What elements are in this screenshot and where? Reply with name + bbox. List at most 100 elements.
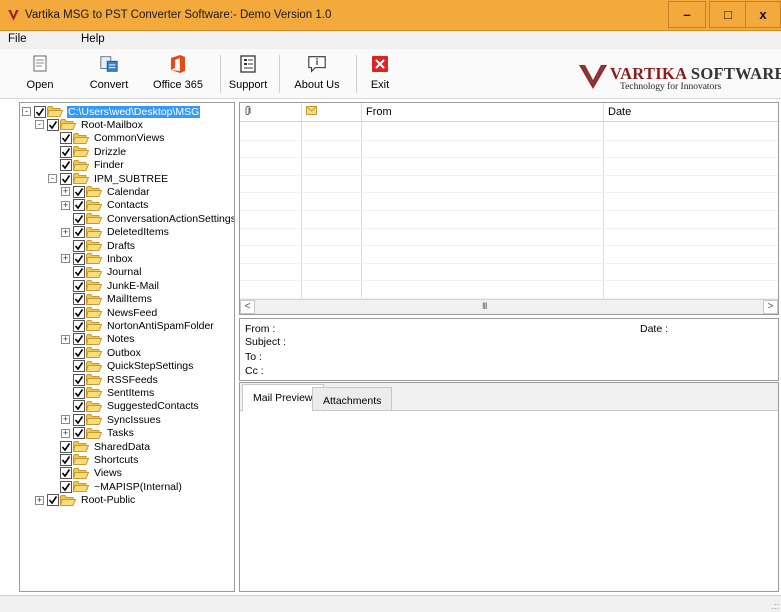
tree-node[interactable]: Finder: [60, 159, 125, 172]
tree-checkbox[interactable]: [73, 400, 85, 413]
tree-node-label[interactable]: Outbox: [106, 347, 142, 359]
tree-node[interactable]: + Notes: [61, 333, 135, 346]
tree-checkbox[interactable]: [73, 293, 85, 306]
tree-checkbox[interactable]: [73, 226, 85, 239]
maximize-button[interactable]: □: [709, 1, 747, 28]
expand-icon[interactable]: +: [61, 415, 70, 425]
tree-node[interactable]: + DeletedItems: [61, 226, 170, 239]
collapse-icon[interactable]: -: [35, 120, 44, 130]
tree-node[interactable]: SuggestedContacts: [73, 400, 200, 413]
tree-node-label[interactable]: Views: [93, 467, 123, 479]
collapse-icon[interactable]: -: [22, 107, 31, 116]
tree-node-label[interactable]: Contacts: [106, 199, 149, 211]
office365-button[interactable]: Office 365: [150, 49, 206, 97]
tree-node-label[interactable]: SharedData: [93, 441, 151, 453]
tree-checkbox[interactable]: [60, 132, 72, 145]
tree-node-label[interactable]: Inbox: [106, 253, 134, 265]
tree-checkbox[interactable]: [60, 159, 72, 172]
tree-node-label[interactable]: MailItems: [106, 293, 153, 305]
tree-node-label[interactable]: DeletedItems: [106, 226, 170, 238]
tree-checkbox[interactable]: [60, 480, 72, 493]
horizontal-scrollbar[interactable]: < III >: [240, 299, 778, 314]
tree-checkbox[interactable]: [60, 440, 72, 453]
tree-checkbox[interactable]: [73, 212, 85, 225]
tree-checkbox[interactable]: [73, 413, 85, 426]
tree-node[interactable]: ~MAPISP(Internal): [60, 480, 183, 493]
tree-node[interactable]: MailItems: [73, 293, 153, 306]
tree-node[interactable]: CommonViews: [60, 132, 165, 145]
tree-node-label[interactable]: JunkE-Mail: [106, 280, 160, 292]
tree-node[interactable]: + Tasks: [61, 427, 135, 440]
tree-node[interactable]: + Root-Public: [35, 494, 136, 507]
tree-node[interactable]: + Contacts: [61, 199, 149, 212]
expand-icon[interactable]: +: [61, 200, 70, 210]
tree-node[interactable]: Outbox: [73, 346, 142, 359]
convert-button[interactable]: Convert: [86, 49, 132, 97]
tree-checkbox[interactable]: [60, 467, 72, 480]
tree-checkbox[interactable]: [73, 239, 85, 252]
tree-checkbox[interactable]: [73, 252, 85, 265]
tree-node-label[interactable]: Finder: [93, 159, 125, 171]
tree-node-label[interactable]: C:\Users\wed\Desktop\MSG: [67, 105, 201, 118]
tree-node-label[interactable]: Drizzle: [93, 146, 127, 158]
tree-node-label[interactable]: Tasks: [106, 427, 135, 439]
tree-checkbox[interactable]: [73, 266, 85, 279]
minimize-button[interactable]: –: [668, 1, 706, 28]
tree-node-label[interactable]: NewsFeed: [106, 307, 158, 319]
tab-attachments[interactable]: Attachments: [312, 387, 393, 411]
tree-node[interactable]: Views: [60, 467, 123, 480]
support-button[interactable]: Support: [228, 49, 268, 97]
tree-node-label[interactable]: Drafts: [106, 240, 136, 252]
scroll-left-icon[interactable]: <: [240, 300, 255, 314]
expand-icon[interactable]: +: [61, 428, 70, 438]
expand-icon[interactable]: +: [35, 495, 44, 505]
tree-node-label[interactable]: Journal: [106, 266, 142, 278]
tree-node[interactable]: - Root-Mailbox: [35, 118, 144, 131]
tree-node[interactable]: ConversationActionSettings: [73, 212, 234, 225]
tree-node-label[interactable]: Shortcuts: [93, 454, 139, 466]
tree-checkbox[interactable]: [60, 172, 72, 185]
from-column-header[interactable]: From: [362, 103, 603, 122]
expand-icon[interactable]: +: [61, 227, 70, 237]
tree-node[interactable]: + Inbox: [61, 252, 134, 265]
tree-node[interactable]: QuickStepSettings: [73, 360, 194, 373]
scroll-right-icon[interactable]: >: [763, 300, 778, 314]
mail-list-grid[interactable]: From Date < III >: [239, 102, 779, 315]
tree-node-label[interactable]: IPM_SUBTREE: [93, 173, 169, 185]
tree-node[interactable]: NortonAntiSpamFolder: [73, 319, 215, 332]
tree-checkbox[interactable]: [34, 105, 46, 118]
tree-node-label[interactable]: SuggestedContacts: [106, 400, 200, 412]
tree-checkbox[interactable]: [73, 346, 85, 359]
tree-node-label[interactable]: CommonViews: [93, 132, 165, 144]
expand-icon[interactable]: +: [61, 254, 70, 264]
menu-help[interactable]: Help: [81, 33, 105, 45]
tree-node-label[interactable]: ConversationActionSettings: [106, 213, 234, 225]
tree-node-label[interactable]: SyncIssues: [106, 414, 162, 426]
tree-node[interactable]: Drafts: [73, 239, 136, 252]
tree-node-label[interactable]: Root-Public: [80, 494, 136, 506]
tree-node[interactable]: Journal: [73, 266, 142, 279]
tree-node[interactable]: RSSFeeds: [73, 373, 159, 386]
expand-icon[interactable]: +: [61, 187, 70, 197]
tree-checkbox[interactable]: [60, 453, 72, 466]
tree-node[interactable]: SharedData: [60, 440, 151, 453]
tree-node-label[interactable]: Notes: [106, 333, 135, 345]
tree-checkbox[interactable]: [73, 386, 85, 399]
tree-checkbox[interactable]: [47, 118, 59, 131]
tree-node[interactable]: - IPM_SUBTREE: [48, 172, 169, 185]
tree-checkbox[interactable]: [73, 306, 85, 319]
tree-node-label[interactable]: Calendar: [106, 186, 151, 198]
close-button[interactable]: x: [745, 1, 781, 28]
tree-node[interactable]: + SyncIssues: [61, 413, 162, 426]
tree-node[interactable]: - C:\Users\wed\Desktop\MSG: [22, 105, 201, 118]
tree-checkbox[interactable]: [60, 145, 72, 158]
tree-checkbox[interactable]: [73, 185, 85, 198]
tree-node[interactable]: Drizzle: [60, 145, 127, 158]
tree-checkbox[interactable]: [73, 199, 85, 212]
tree-checkbox[interactable]: [47, 494, 59, 507]
type-column-header[interactable]: [302, 103, 361, 122]
tree-node[interactable]: Shortcuts: [60, 453, 139, 466]
tree-node-label[interactable]: NortonAntiSpamFolder: [106, 320, 215, 332]
expand-icon[interactable]: +: [61, 334, 70, 344]
tree-node-label[interactable]: RSSFeeds: [106, 374, 159, 386]
